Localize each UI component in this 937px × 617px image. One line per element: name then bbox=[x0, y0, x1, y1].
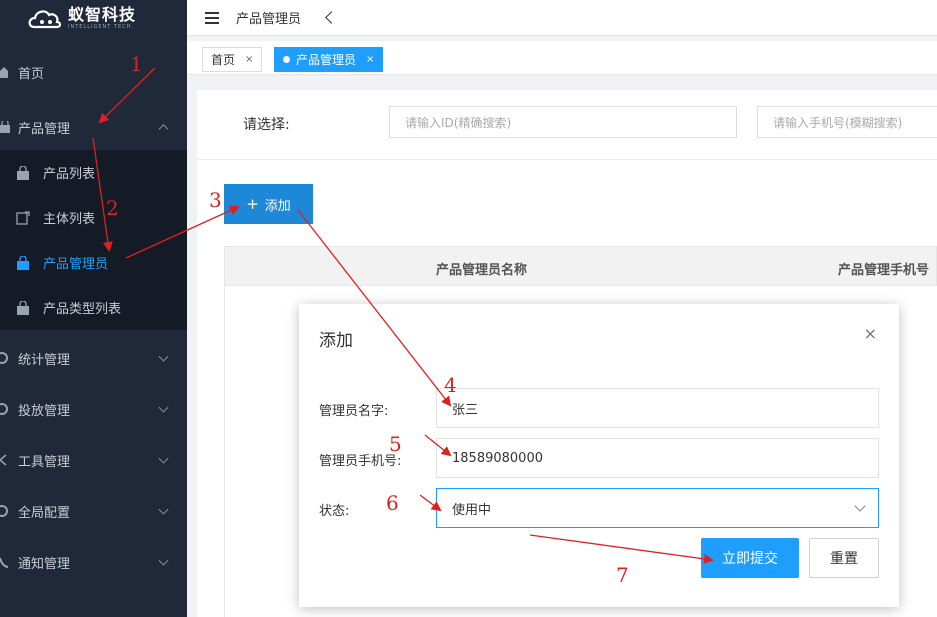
sidebar-subitem-label: 产品类型列表 bbox=[43, 302, 122, 317]
close-icon[interactable]: × bbox=[864, 324, 877, 343]
chevron-down-icon bbox=[158, 453, 169, 464]
sidebar-subitem-label: 产品管理员 bbox=[43, 257, 109, 272]
close-icon[interactable]: × bbox=[366, 54, 374, 65]
header-title: 产品管理员 bbox=[236, 12, 302, 27]
sidebar-item-label: 统计管理 bbox=[18, 352, 71, 368]
note-icon bbox=[16, 210, 30, 225]
sidebar-subitem-label: 产品列表 bbox=[43, 167, 96, 182]
chevron-down-icon bbox=[854, 500, 866, 512]
admin-name-label: 管理员名字: bbox=[319, 404, 389, 419]
column-header-admin-phone: 产品管理手机号 bbox=[838, 263, 930, 278]
sidebar-subitem-entity-list[interactable]: 主体列表 bbox=[0, 195, 187, 240]
admin-name-input[interactable]: 张三 bbox=[436, 388, 879, 428]
logo: 蚁智科技 INTELLIGENT TECH. bbox=[0, 0, 187, 36]
chevron-down-icon bbox=[158, 555, 169, 566]
annotation-number-7: 7 bbox=[616, 563, 629, 587]
gear-icon bbox=[0, 351, 14, 365]
table-header: 产品管理员名称 产品管理手机号 bbox=[224, 246, 937, 286]
tab-label: 首页 bbox=[211, 53, 236, 67]
annotation-number-5: 5 bbox=[389, 432, 402, 456]
bag-icon bbox=[16, 300, 30, 315]
bag-icon bbox=[16, 255, 30, 270]
sidebar-item-home[interactable]: 首页 bbox=[0, 49, 187, 95]
home-icon bbox=[0, 65, 14, 79]
sidebar-item-tools[interactable]: 工具管理 bbox=[0, 437, 187, 483]
plus-icon: + bbox=[246, 195, 259, 213]
annotation-number-3: 3 bbox=[209, 188, 222, 212]
brand-name: 蚁智科技 bbox=[68, 4, 137, 24]
filter-label: 请选择: bbox=[243, 117, 290, 133]
filter-row: 请选择: 请输入ID(精确搜索) 请输入手机号(模糊搜索) bbox=[197, 90, 937, 160]
sidebar-item-notifications[interactable]: 通知管理 bbox=[0, 539, 187, 585]
tab-label: 产品管理员 bbox=[296, 53, 357, 67]
sidebar-item-label: 通知管理 bbox=[18, 556, 71, 572]
share-icon bbox=[0, 453, 14, 467]
sidebar-item-label: 工具管理 bbox=[18, 454, 71, 470]
admin-phone-input[interactable]: 18589080000 bbox=[436, 438, 879, 478]
bag-icon bbox=[0, 120, 14, 134]
sidebar-item-statistics[interactable]: 统计管理 bbox=[0, 335, 187, 381]
dialog-title: 添加 bbox=[319, 331, 353, 351]
tab-home[interactable]: 首页 × bbox=[202, 47, 263, 72]
sidebar-item-label: 投放管理 bbox=[18, 403, 71, 419]
reset-button[interactable]: 重置 bbox=[809, 538, 879, 578]
add-button-label: 添加 bbox=[264, 198, 291, 214]
status-label: 状态: bbox=[319, 504, 350, 519]
annotation-number-1: 1 bbox=[130, 52, 143, 76]
add-button[interactable]: + 添加 bbox=[224, 184, 313, 224]
annotation-number-2: 2 bbox=[106, 196, 119, 220]
chevron-down-icon bbox=[158, 351, 169, 362]
top-header: 产品管理员 bbox=[187, 0, 937, 36]
phone-search-input[interactable]: 请输入手机号(模糊搜索) bbox=[757, 106, 937, 138]
menu-toggle-icon[interactable] bbox=[205, 11, 219, 24]
bag-icon bbox=[16, 165, 30, 180]
tab-product-admin[interactable]: 产品管理员 × bbox=[274, 47, 384, 72]
phone-icon bbox=[0, 555, 14, 569]
id-search-input[interactable]: 请输入ID(精确搜索) bbox=[389, 106, 737, 138]
submit-button[interactable]: 立即提交 bbox=[701, 538, 799, 578]
sidebar-item-global-config[interactable]: 全局配置 bbox=[0, 488, 187, 534]
gear-icon bbox=[0, 504, 14, 518]
status-select-value: 使用中 bbox=[452, 502, 492, 518]
brand: 蚁智科技 INTELLIGENT TECH. bbox=[68, 4, 137, 30]
annotation-number-4: 4 bbox=[444, 373, 457, 397]
chevron-up-icon bbox=[158, 124, 169, 135]
sidebar-item-label: 全局配置 bbox=[18, 505, 71, 521]
sidebar-subitem-product-admin[interactable]: 产品管理员 bbox=[0, 240, 187, 285]
annotation-number-6: 6 bbox=[386, 491, 399, 515]
sidebar: 蚁智科技 INTELLIGENT TECH. 首页 产品管理 产品列表 主体列表 bbox=[0, 0, 187, 617]
chevron-left-icon[interactable] bbox=[325, 11, 338, 24]
chevron-down-icon bbox=[158, 504, 169, 515]
chevron-down-icon bbox=[158, 402, 169, 413]
close-icon[interactable]: × bbox=[245, 54, 253, 65]
sidebar-subitem-label: 主体列表 bbox=[43, 212, 96, 227]
product-submenu: 产品列表 主体列表 产品管理员 产品类型列表 bbox=[0, 150, 187, 330]
sidebar-item-label: 产品管理 bbox=[18, 121, 71, 137]
sidebar-item-label: 首页 bbox=[18, 66, 45, 82]
tab-bar: 首页 × 产品管理员 × bbox=[187, 41, 937, 75]
sidebar-item-delivery[interactable]: 投放管理 bbox=[0, 386, 187, 432]
column-header-admin-name: 产品管理员名称 bbox=[436, 263, 528, 278]
sidebar-subitem-product-type-list[interactable]: 产品类型列表 bbox=[0, 285, 187, 330]
active-dot-icon bbox=[283, 56, 290, 63]
status-select[interactable]: 使用中 bbox=[436, 488, 879, 528]
gear-icon bbox=[0, 402, 14, 416]
brand-tagline: INTELLIGENT TECH. bbox=[68, 23, 134, 30]
cloud-logo-icon bbox=[26, 5, 66, 31]
sidebar-subitem-product-list[interactable]: 产品列表 bbox=[0, 150, 187, 195]
sidebar-item-product[interactable]: 产品管理 bbox=[0, 104, 187, 150]
